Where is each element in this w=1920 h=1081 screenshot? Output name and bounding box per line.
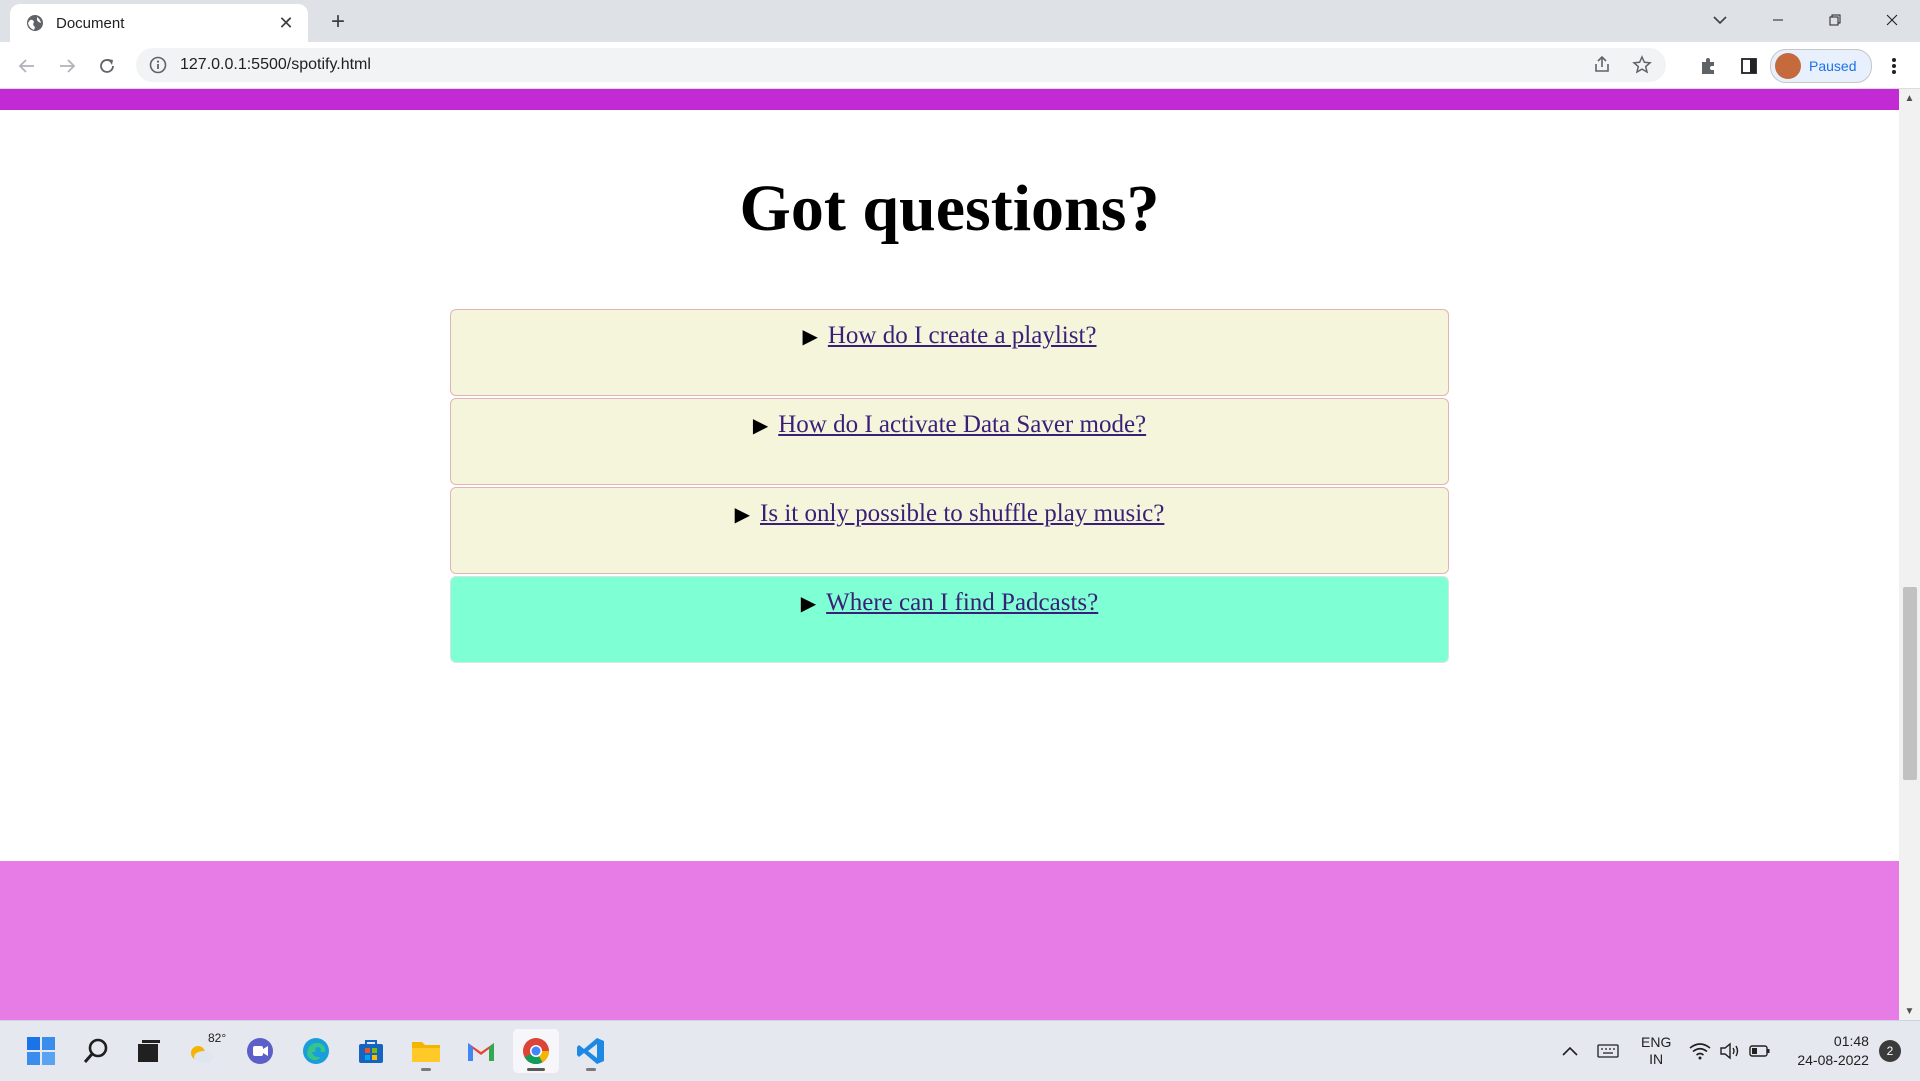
close-tab-icon[interactable]: ✕ (272, 9, 300, 37)
browser-toolbar: 127.0.0.1:5500/spotify.html Paused (0, 42, 1920, 89)
faq-item-hovered[interactable]: ▶ Where can I find Padcasts? (450, 576, 1449, 663)
back-arrow-icon[interactable] (10, 49, 44, 83)
tab-strip: Document ✕ + (0, 0, 1920, 42)
site-info-icon[interactable] (148, 55, 168, 75)
edge-icon[interactable] (293, 1029, 339, 1073)
disclosure-triangle-icon: ▶ (734, 502, 751, 526)
clock-time: 01:48 (1833, 1033, 1869, 1049)
page-scrollbar[interactable]: ▲ ▼ (1899, 89, 1920, 1020)
globe-icon (26, 14, 44, 32)
clock-date: 24-08-2022 (1797, 1052, 1869, 1068)
faq-item[interactable]: ▶ Is it only possible to shuffle play mu… (450, 487, 1449, 574)
page-viewport: Got questions? ▶ How do I create a playl… (0, 89, 1899, 1020)
running-indicator (421, 1068, 431, 1071)
faq-item[interactable]: ▶ How do I create a playlist? (450, 309, 1449, 396)
windows-start-icon[interactable] (18, 1029, 64, 1073)
bookmark-star-icon[interactable] (1626, 49, 1658, 81)
volume-icon[interactable] (1715, 1036, 1745, 1066)
faq-summary[interactable]: ▶ Where can I find Padcasts? (801, 589, 1099, 617)
faq-question[interactable]: Where can I find Padcasts? (826, 589, 1098, 617)
side-panel-icon[interactable] (1732, 49, 1766, 83)
running-indicator (586, 1068, 596, 1071)
chrome-icon[interactable] (513, 1029, 559, 1073)
faq-summary[interactable]: ▶ How do I create a playlist? (802, 322, 1096, 350)
reload-icon[interactable] (90, 49, 124, 83)
faq-summary[interactable]: ▶ How do I activate Data Saver mode? (753, 411, 1146, 439)
running-indicator (527, 1068, 545, 1071)
search-icon[interactable] (73, 1029, 119, 1073)
teams-chat-icon[interactable] (237, 1029, 283, 1073)
faq-question[interactable]: Is it only possible to shuffle play musi… (760, 500, 1164, 528)
task-view-icon[interactable] (126, 1029, 172, 1073)
forward-arrow-icon[interactable] (50, 49, 84, 83)
top-color-bar (0, 89, 1899, 110)
windows-taskbar: 82° ENG IN 01:48 24-08-2022 2 (0, 1020, 1920, 1081)
profile-button[interactable]: Paused (1770, 49, 1872, 83)
faq-summary[interactable]: ▶ Is it only possible to shuffle play mu… (735, 500, 1165, 528)
extensions-puzzle-icon[interactable] (1692, 49, 1726, 83)
scroll-up-arrow-icon[interactable]: ▲ (1899, 89, 1920, 107)
url-text[interactable]: 127.0.0.1:5500/spotify.html (180, 56, 1586, 74)
region-code: IN (1649, 1051, 1664, 1067)
browser-tab[interactable]: Document ✕ (10, 4, 308, 42)
wifi-icon[interactable] (1685, 1036, 1715, 1066)
browser-menu-icon[interactable] (1878, 49, 1910, 83)
battery-icon[interactable] (1745, 1036, 1775, 1066)
faq-question[interactable]: How do I create a playlist? (828, 322, 1097, 350)
faq-heading: Got questions? (739, 172, 1160, 245)
share-icon[interactable] (1586, 49, 1618, 81)
keyboard-icon[interactable] (1593, 1036, 1623, 1066)
address-bar[interactable]: 127.0.0.1:5500/spotify.html (136, 48, 1666, 82)
clock[interactable]: 01:48 24-08-2022 (1797, 1032, 1869, 1070)
gmail-icon[interactable] (458, 1029, 504, 1073)
tab-title: Document (56, 14, 125, 32)
toolbar-actions (1686, 49, 1766, 83)
profile-status: Paused (1809, 58, 1857, 74)
store-icon[interactable] (348, 1029, 394, 1073)
scrollbar-thumb[interactable] (1903, 587, 1917, 780)
disclosure-triangle-icon: ▶ (752, 413, 769, 437)
weather-icon[interactable]: 82° (183, 1029, 229, 1073)
language-code: ENG (1641, 1034, 1672, 1050)
chevron-up-icon[interactable] (1555, 1036, 1585, 1066)
tab-search-chevron-icon[interactable] (1700, 6, 1740, 34)
disclosure-triangle-icon: ▶ (802, 324, 818, 348)
vscode-icon[interactable] (568, 1029, 614, 1073)
notification-badge[interactable]: 2 (1878, 1040, 1901, 1062)
system-tray: ENG IN 01:48 24-08-2022 2 (1555, 1021, 1901, 1081)
footer-section (0, 861, 1899, 1020)
minimize-icon[interactable] (1749, 0, 1806, 40)
file-explorer-icon[interactable] (403, 1029, 449, 1073)
close-window-icon[interactable] (1863, 0, 1920, 40)
language-indicator[interactable]: ENG IN (1641, 1034, 1671, 1068)
restore-icon[interactable] (1806, 0, 1863, 40)
disclosure-triangle-icon: ▶ (800, 591, 817, 615)
new-tab-button[interactable]: + (322, 8, 354, 36)
faq-question[interactable]: How do I activate Data Saver mode? (778, 411, 1146, 439)
avatar (1775, 53, 1801, 79)
scroll-down-arrow-icon[interactable]: ▼ (1899, 1002, 1920, 1020)
faq-item[interactable]: ▶ How do I activate Data Saver mode? (450, 398, 1449, 485)
weather-temp: 82° (208, 1031, 227, 1045)
window-controls (1749, 0, 1920, 40)
faq-list: ▶ How do I create a playlist? ▶ How do I… (450, 309, 1449, 665)
